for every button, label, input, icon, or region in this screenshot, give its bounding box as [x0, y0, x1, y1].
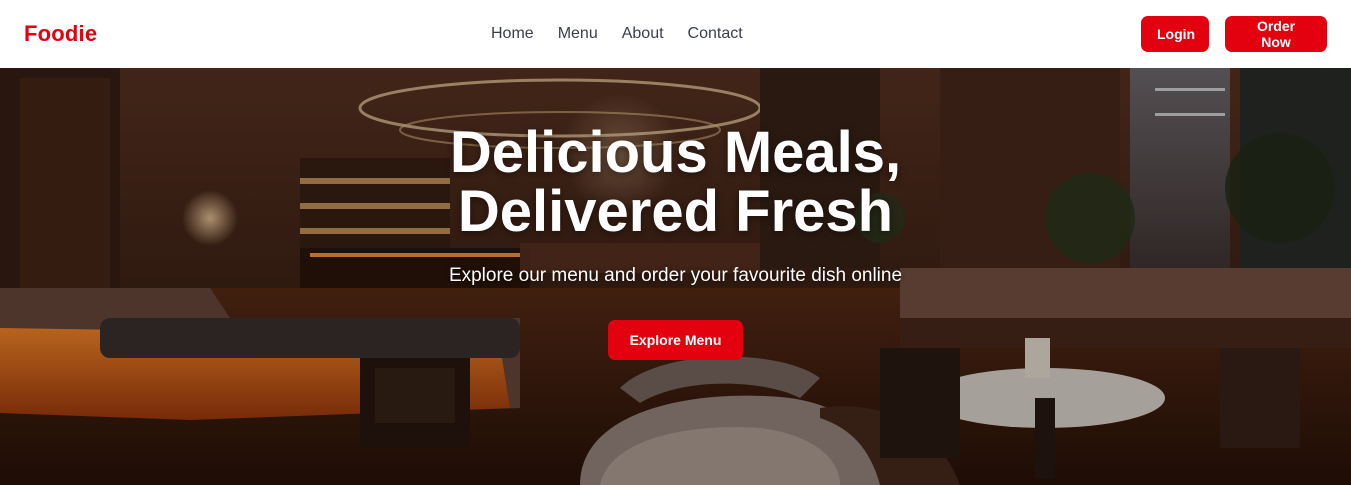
hero-section: Delicious Meals, Delivered Fresh Explore… [0, 68, 1351, 485]
hero-subtitle: Explore our menu and order your favourit… [448, 265, 903, 286]
explore-menu-button[interactable]: Explore Menu [608, 320, 743, 360]
order-now-button[interactable]: Order Now [1225, 16, 1327, 52]
top-navbar: Foodie Home Menu About Contact Login Ord… [0, 0, 1351, 68]
hero-title-line-2: Delivered Fresh [457, 179, 894, 244]
nav-link-menu[interactable]: Menu [558, 25, 598, 43]
hero-title: Delicious Meals, Delivered Fresh [366, 123, 986, 241]
nav-link-home[interactable]: Home [491, 25, 534, 43]
nav-link-about[interactable]: About [622, 25, 664, 43]
nav-link-contact[interactable]: Contact [688, 25, 743, 43]
nav-actions: Login Order Now [1141, 16, 1327, 52]
main-nav: Home Menu About Contact [491, 0, 743, 68]
login-button[interactable]: Login [1141, 16, 1209, 52]
hero-content: Delicious Meals, Delivered Fresh Explore… [0, 68, 1351, 485]
brand-logo[interactable]: Foodie [24, 21, 97, 47]
hero-title-line-1: Delicious Meals, [449, 120, 902, 185]
